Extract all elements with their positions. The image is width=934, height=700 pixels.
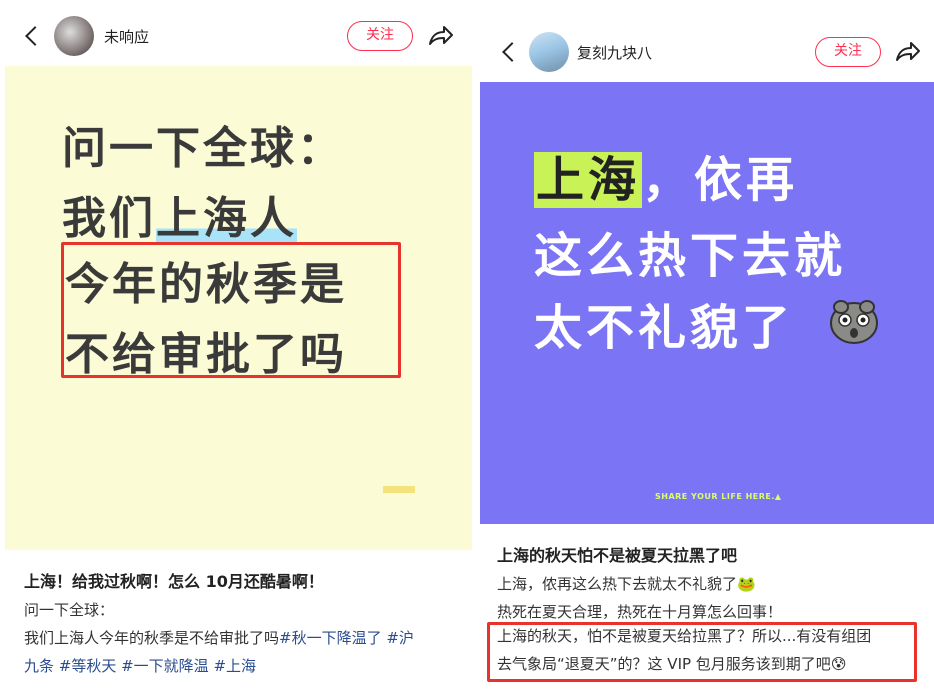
post-title: 上海！给我过秋啊！怎么 10月还酷暑啊！ — [24, 572, 324, 591]
post-body-text: 我们上海人今年的秋季是不给审批了吗 — [24, 629, 280, 647]
back-icon[interactable] — [25, 26, 45, 46]
highlight-box — [61, 242, 401, 378]
cover-text-line: 这么热下去就 — [534, 228, 847, 284]
post-body-line: 问一下全球： — [24, 601, 115, 619]
right-post-panel: 复刻九块八 关注 上海，依再 这么热下去就 太不礼貌了 SHARE YOUR L… — [477, 0, 934, 700]
share-icon[interactable] — [426, 22, 454, 50]
right-post-header: 复刻九块八 关注 — [477, 30, 934, 74]
avatar[interactable] — [529, 32, 569, 72]
cover-text-line: 问一下全球： — [62, 123, 344, 174]
left-post-header: 未响应 关注 — [0, 14, 477, 58]
follow-button[interactable]: 关注 — [347, 21, 413, 51]
hashtag-link[interactable]: 九条 #等秋天 #一下就降温 #上海 — [24, 652, 256, 680]
cover-text: 我们 — [62, 193, 156, 244]
post-body-line: 我们上海人今年的秋季是不给审批了吗#秋一下降温了 #沪 — [24, 624, 414, 652]
cover-text-line: 我们上海人 — [62, 182, 297, 246]
post-cover-image[interactable]: 问一下全球： 我们上海人 今年的秋季是 不给审批了吗 — [5, 66, 472, 550]
share-icon[interactable] — [893, 38, 921, 66]
highlighted-text: 上海 — [534, 152, 643, 208]
author-name[interactable]: 未响应 — [104, 26, 149, 47]
left-post-panel: 未响应 关注 问一下全球： 我们上海人 今年的秋季是 不给审批了吗 上海！给我过… — [0, 0, 477, 700]
post-body-line: 上海，侬再这么热下去就太不礼貌了🐸 — [497, 570, 756, 598]
follow-button[interactable]: 关注 — [815, 37, 881, 67]
highlight-box — [487, 622, 917, 682]
author-name[interactable]: 复刻九块八 — [577, 42, 652, 63]
frog-face-icon — [830, 300, 878, 344]
cover-text: ，依再 — [642, 152, 799, 208]
cover-footer-text: SHARE YOUR LIFE HERE.▲ — [655, 492, 782, 501]
post-title: 上海的秋天怕不是被夏天拉黑了吧 — [497, 546, 738, 565]
highlighted-text: 上海人 — [156, 193, 297, 244]
cover-text-line: 太不礼貌了 — [534, 300, 795, 356]
post-body-text: 上海，侬再这么热下去就太不礼貌了 — [497, 575, 738, 593]
hashtag-link[interactable]: #秋一下降温了 #沪 — [279, 629, 414, 647]
avatar[interactable] — [54, 16, 94, 56]
back-icon[interactable] — [502, 42, 522, 62]
post-cover-image[interactable]: 上海，依再 这么热下去就 太不礼貌了 SHARE YOUR LIFE HERE.… — [480, 82, 934, 524]
frog-face-icon: 🐸 — [737, 575, 756, 593]
cover-text-line: 上海，依再 — [534, 140, 798, 210]
decorative-mark — [383, 486, 415, 493]
